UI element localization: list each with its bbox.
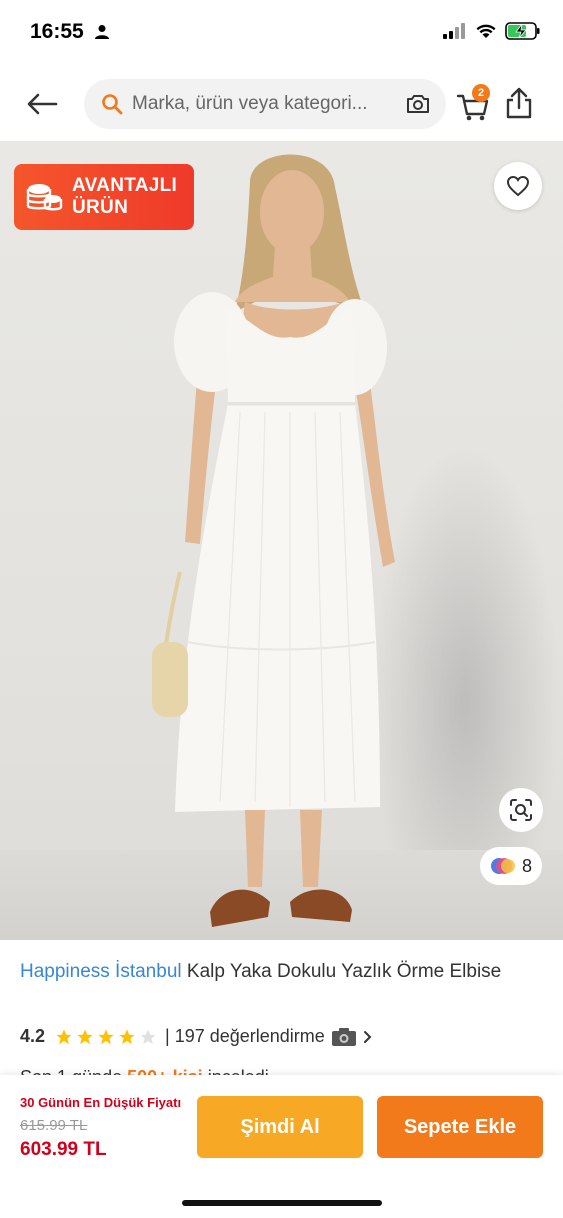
share-icon: [506, 87, 532, 119]
promo-text: AVANTAJLI ÜRÜN: [72, 175, 177, 219]
star-icon: [98, 1029, 114, 1044]
promo-line-1: AVANTAJLI: [72, 175, 178, 196]
reviews-link[interactable]: | 197 değerlendirme: [165, 1026, 373, 1047]
reviews-count: | 197 değerlendirme: [165, 1026, 325, 1046]
rating-score: 4.2: [20, 1026, 46, 1046]
chevron-right-icon: [363, 1030, 372, 1043]
star-icon: [77, 1029, 93, 1044]
old-price: 615.99 TL: [20, 1117, 88, 1134]
arrow-left-icon: [27, 93, 58, 115]
advantage-product-badge: AVANTAJLI ÜRÜN: [14, 164, 194, 230]
color-options-count: 8: [521, 855, 532, 876]
search-bar[interactable]: [84, 79, 446, 129]
rating-stars: [55, 1028, 157, 1046]
search-input[interactable]: [132, 93, 400, 115]
lens-scan-icon: [510, 799, 532, 821]
top-navbar: 2: [0, 66, 563, 142]
visual-search-button[interactable]: [499, 788, 543, 832]
favorite-button[interactable]: [494, 162, 542, 210]
rating-row: 4.2 | 197 değerlendirme: [20, 1026, 373, 1047]
heart-icon: [506, 175, 530, 197]
cart-count-badge: 2: [472, 84, 490, 102]
wifi-icon: [476, 24, 496, 38]
add-to-cart-button[interactable]: Sepete Ekle: [377, 1096, 543, 1158]
battery-charging-icon: [505, 22, 540, 40]
camera-photo-icon: [331, 1027, 356, 1046]
cart-button[interactable]: 2: [456, 84, 492, 124]
brand-link[interactable]: Happiness İstanbul: [20, 961, 182, 982]
search-icon: [102, 94, 123, 115]
back-button[interactable]: [22, 86, 62, 122]
signal-icon: [443, 23, 465, 39]
color-options-button[interactable]: 8: [480, 847, 542, 885]
buy-now-button[interactable]: Şimdi Al: [197, 1096, 363, 1158]
status-bar: 16:55: [0, 0, 563, 66]
product-image-carousel[interactable]: [0, 142, 563, 940]
bottom-purchase-bar: 30 Günün En Düşük Fiyatı 615.99 TL 603.9…: [0, 1075, 563, 1218]
star-icon: [119, 1029, 135, 1044]
promo-line-2: ÜRÜN: [72, 197, 129, 218]
current-price: 603.99 TL: [20, 1139, 107, 1160]
status-icons: [443, 22, 541, 40]
star-icon: [56, 1029, 72, 1044]
coins-icon: [26, 184, 63, 211]
person-icon: [95, 25, 109, 39]
lowest-price-label: 30 Günün En Düşük Fiyatı: [20, 1095, 182, 1110]
product-name: Kalp Yaka Dokulu Yazlık Örme Elbise: [186, 961, 502, 982]
color-swatches-icon: [490, 858, 515, 874]
product-photo-white-dress: [152, 154, 395, 927]
product-title: Happiness İstanbul Kalp Yaka Dokulu Yazl…: [20, 958, 540, 986]
star-empty-icon: [140, 1029, 156, 1044]
camera-search-icon[interactable]: [404, 90, 432, 118]
share-button[interactable]: [505, 86, 535, 122]
home-indicator[interactable]: [182, 1200, 382, 1206]
status-time: 16:55: [30, 20, 84, 43]
